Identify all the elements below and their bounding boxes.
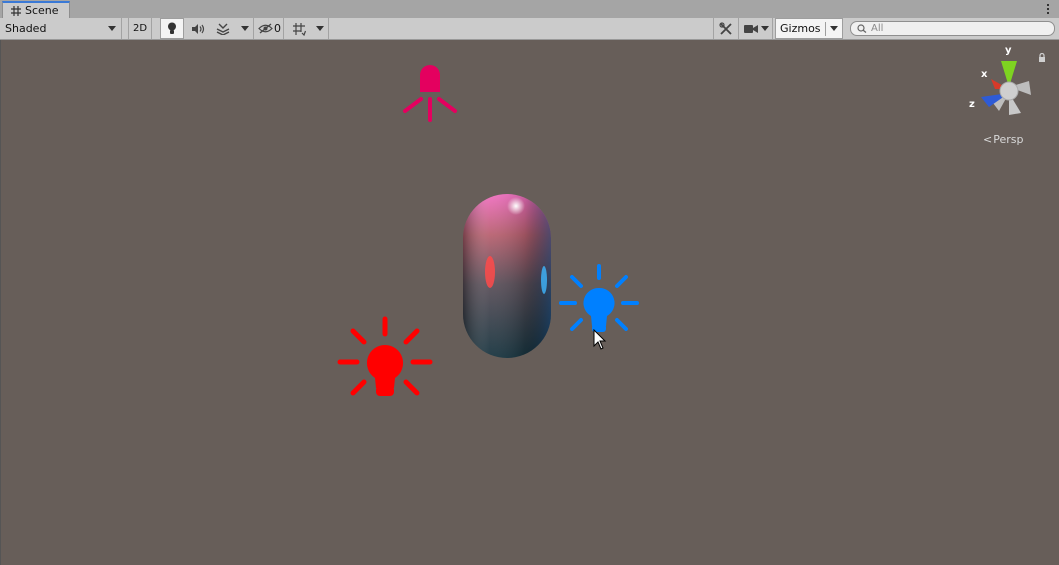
scene-audio-toggle[interactable]	[186, 18, 210, 39]
hidden-objects-count: 0	[274, 22, 281, 35]
axis-label-x: x	[981, 69, 988, 80]
lock-icon[interactable]	[1038, 53, 1046, 62]
search-field[interactable]	[850, 21, 1055, 36]
orientation-gizmo[interactable]: y x z	[969, 45, 1049, 125]
tools-icon	[719, 21, 732, 35]
tab-bar: Scene	[0, 0, 1059, 19]
tab-scene-label: Scene	[25, 4, 59, 17]
effects-dropdown[interactable]	[236, 18, 254, 39]
search-icon	[857, 24, 867, 33]
chevron-down-icon	[108, 26, 116, 31]
shading-mode-dropdown[interactable]: Shaded	[0, 18, 122, 39]
capsule-mesh[interactable]	[460, 192, 556, 362]
point-light-bulb-icon[interactable]	[333, 314, 437, 406]
gizmos-label: Gizmos	[780, 22, 821, 35]
chevron-left-icon: <	[983, 133, 993, 146]
tab-scene[interactable]: Scene	[2, 1, 70, 18]
axis-gizmo-icon	[981, 61, 1031, 115]
grid-visibility-toggle[interactable]	[287, 18, 311, 39]
scene-viewport[interactable]: y x z <Persp	[0, 40, 1059, 565]
axis-label-z: z	[969, 99, 975, 110]
scene-camera-dropdown[interactable]	[741, 18, 773, 39]
scene-lighting-toggle[interactable]	[160, 18, 184, 39]
projection-toggle[interactable]: <Persp	[983, 133, 1043, 146]
chevron-down-icon	[240, 26, 249, 31]
scene-tools-button[interactable]	[713, 18, 739, 39]
directional-light-icon[interactable]	[399, 62, 461, 126]
search-input[interactable]	[871, 23, 1051, 34]
scene-toolbar: Shaded 2D 0 Gizmos All	[0, 18, 1059, 40]
more-options-icon[interactable]	[1043, 2, 1053, 16]
mouse-cursor-icon	[593, 329, 607, 350]
camera-icon	[744, 24, 758, 33]
chevron-down-icon	[315, 26, 324, 31]
chevron-down-icon	[830, 26, 838, 31]
projection-label: Persp	[993, 133, 1024, 146]
scene-effects-toggle[interactable]	[211, 18, 235, 39]
lighting-bulb-icon	[168, 22, 176, 34]
grid-dropdown[interactable]	[311, 18, 329, 39]
axis-label-y: y	[1005, 45, 1012, 56]
grid-hash-icon	[11, 5, 21, 16]
shading-mode-label: Shaded	[5, 22, 47, 35]
grid-icon	[293, 22, 306, 36]
toggle-2d-label: 2D	[132, 23, 148, 34]
effects-layers-icon	[216, 23, 230, 35]
toggle-2d-button[interactable]: 2D	[128, 18, 152, 39]
hidden-objects-toggle[interactable]: 0	[256, 18, 284, 39]
audio-speaker-icon	[192, 23, 205, 34]
hidden-objects-eye-icon	[258, 23, 273, 34]
chevron-down-icon	[761, 26, 769, 31]
gizmos-dropdown[interactable]: Gizmos	[775, 18, 843, 39]
